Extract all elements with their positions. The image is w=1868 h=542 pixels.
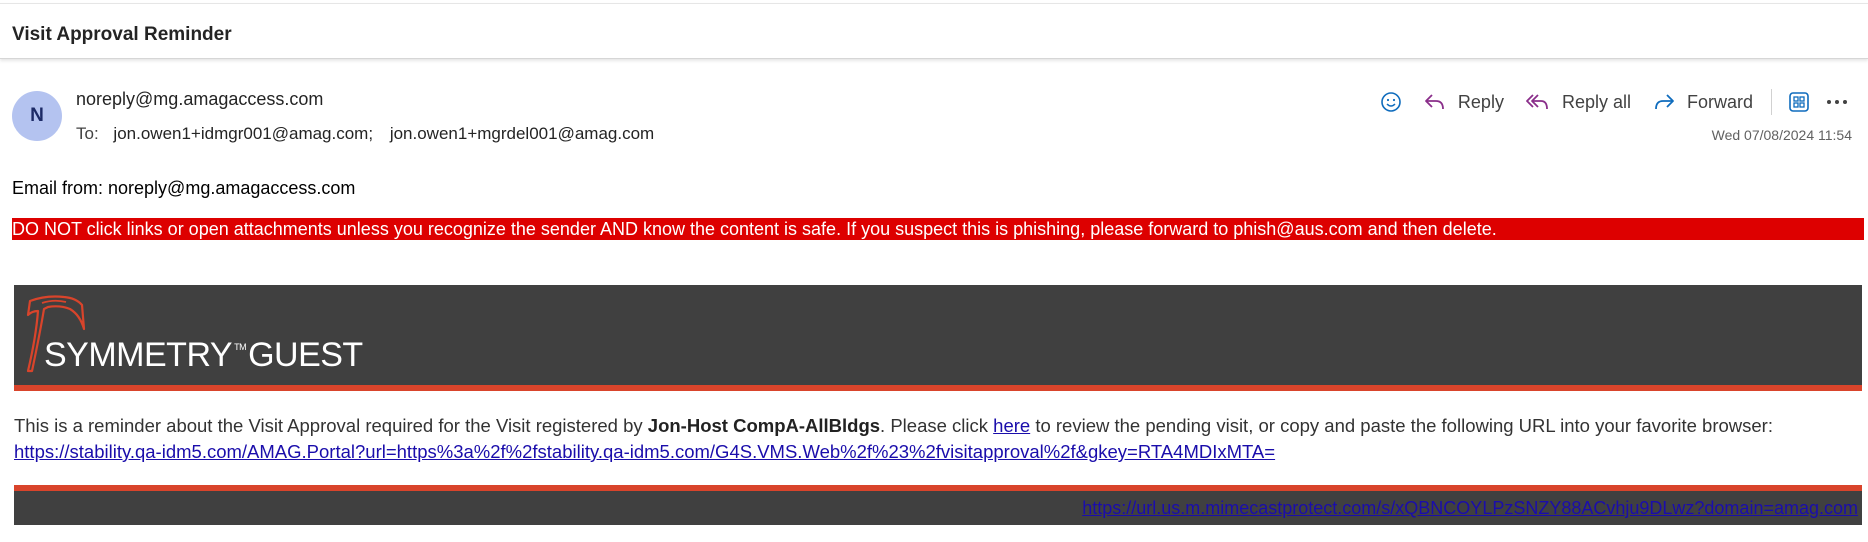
subject-bar: Visit Approval Reminder (0, 3, 1868, 59)
sent-timestamp: Wed 07/08/2024 11:54 (1711, 127, 1852, 143)
email-from-line: Email from: noreply@mg.amagaccess.com (12, 178, 356, 198)
reply-all-icon (1526, 94, 1548, 110)
host-name: Jon-Host CompA-AllBldgs (647, 415, 881, 436)
sender-address[interactable]: noreply@mg.amagaccess.com (76, 89, 323, 110)
reply-label: Reply (1457, 91, 1504, 112)
here-link[interactable]: here (993, 415, 1030, 436)
logo-trademark: TM (234, 342, 247, 352)
symmetry-guest-logo: SYMMETRY TMGUEST (44, 336, 363, 375)
portal-url-line: https://stability.qa-idm5.com/AMAG.Porta… (14, 441, 1275, 463)
message-actions: Reply Reply all Forward (1364, 86, 1848, 118)
toolbar-divider (1771, 89, 1772, 115)
recipient-1[interactable]: jon.owen1+idmgr001@amag.com; (113, 124, 373, 143)
recipients-line: To: jon.owen1+idmgr001@amag.com; jon.owe… (76, 124, 666, 144)
reply-button[interactable]: Reply (1424, 92, 1504, 113)
forward-button[interactable]: Forward (1653, 92, 1753, 113)
reminder-paragraph: This is a reminder about the Visit Appro… (14, 415, 1773, 437)
footer-mimecast-link[interactable]: https://url.us.m.mimecastprotect.com/s/x… (1082, 498, 1858, 519)
avatar-initial: N (30, 105, 44, 126)
reply-icon (1425, 94, 1444, 110)
banner-accent-stripe (14, 385, 1862, 391)
logo-symmetry: SYMMETRY (44, 336, 233, 374)
reply-all-label: Reply all (1561, 91, 1631, 112)
email-subject: Visit Approval Reminder (12, 24, 232, 45)
emoji-icon[interactable] (1380, 91, 1402, 113)
to-label: To: (76, 124, 99, 143)
body-text-1: This is a reminder about the Visit Appro… (14, 415, 648, 436)
portal-url-link[interactable]: https://stability.qa-idm5.com/AMAG.Porta… (14, 441, 1275, 462)
body-text-2: . Please click (880, 415, 994, 436)
phishing-warning-banner: DO NOT click links or open attachments u… (12, 218, 1864, 240)
recipient-2[interactable]: jon.owen1+mgrdel001@amag.com (390, 124, 654, 143)
forward-label: Forward (1686, 91, 1753, 112)
more-icon[interactable] (1826, 98, 1848, 106)
forward-icon (1655, 94, 1674, 110)
apps-icon[interactable] (1788, 91, 1810, 113)
sender-avatar[interactable]: N (12, 91, 62, 141)
logo-guest: GUEST (248, 336, 363, 374)
reply-all-button[interactable]: Reply all (1526, 92, 1631, 113)
body-text-3: to review the pending visit, or copy and… (1030, 415, 1773, 436)
